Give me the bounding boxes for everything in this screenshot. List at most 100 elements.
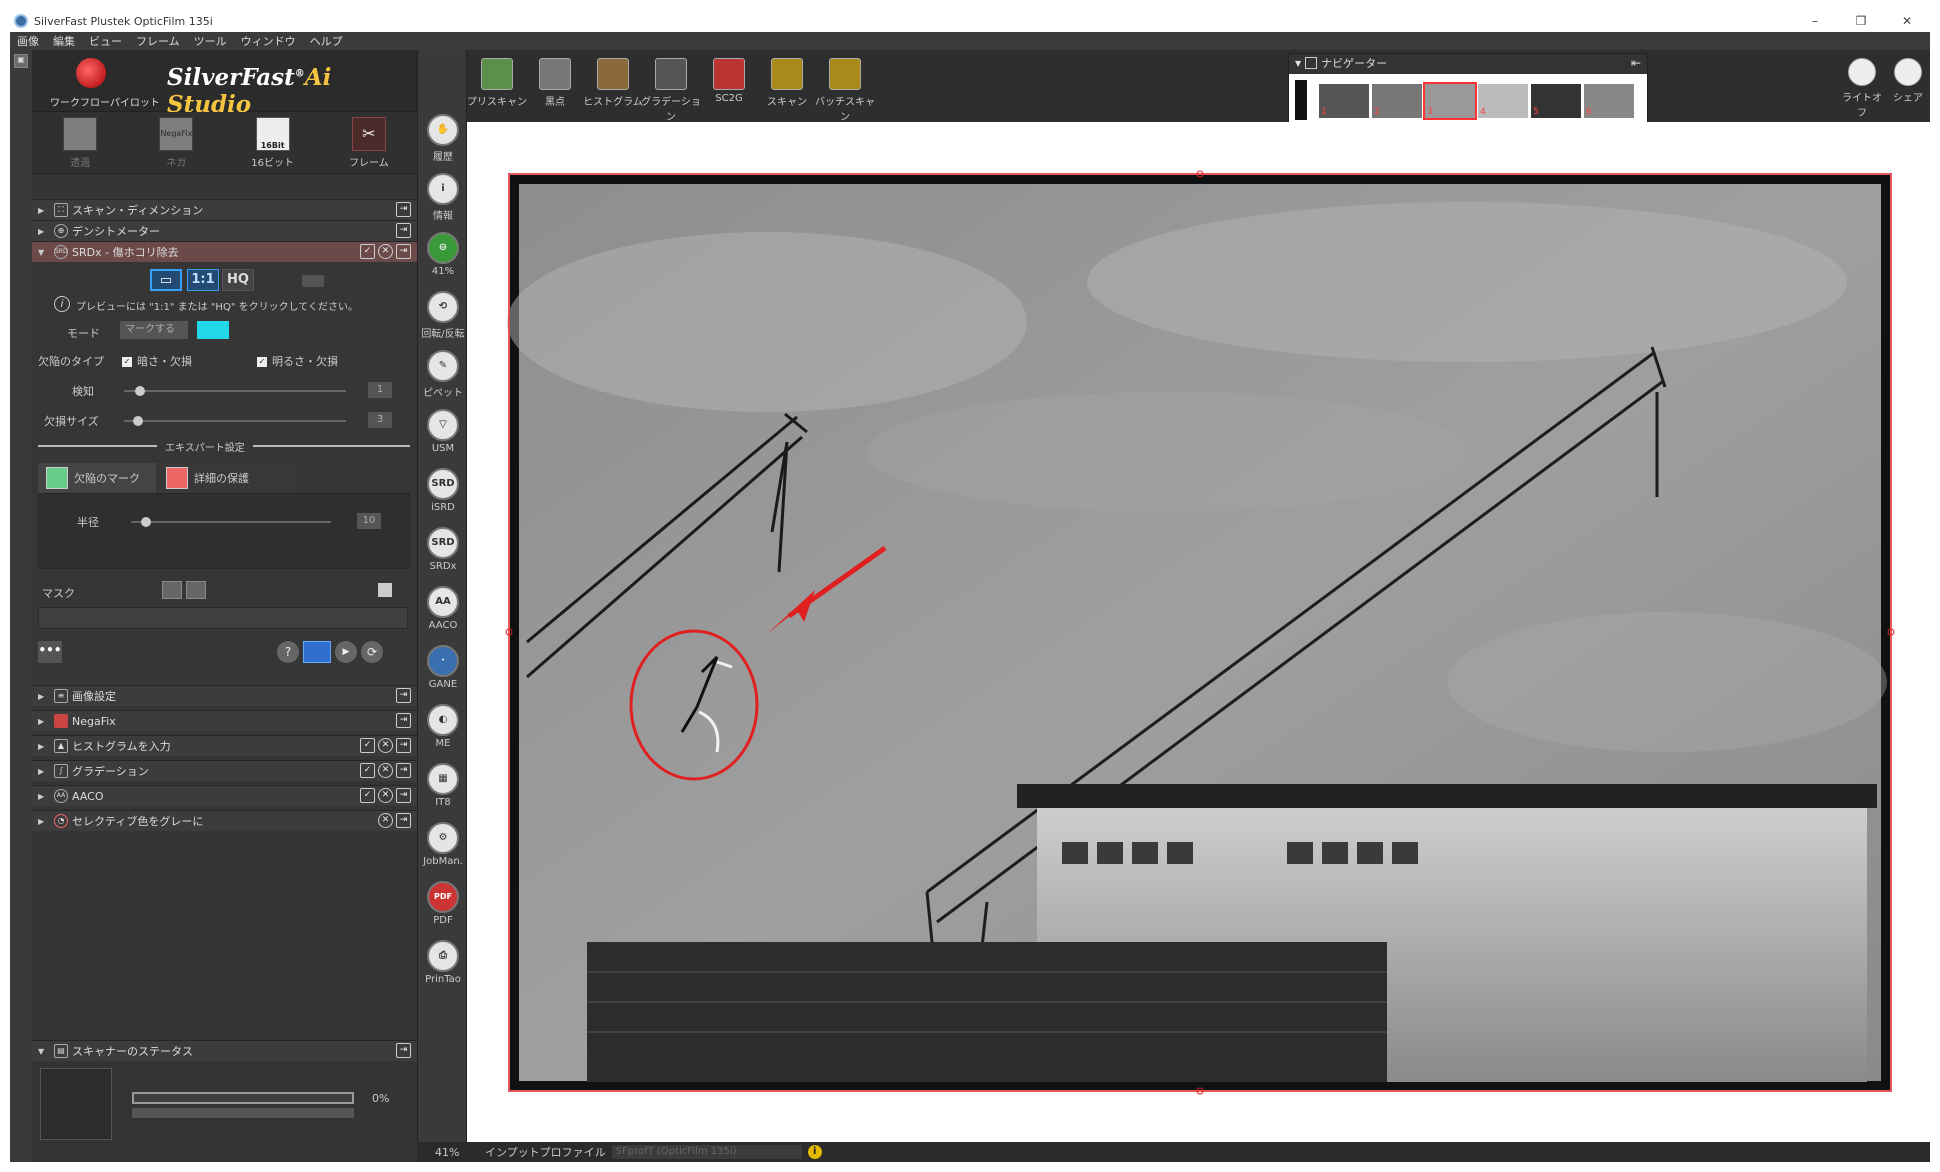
reset-icon[interactable]: ✕ — [378, 738, 393, 753]
section-aaco[interactable]: ▶ AA AACO ✓ ✕ ⇥ — [32, 785, 417, 806]
mask-field[interactable] — [38, 607, 408, 629]
navigator-thumb[interactable]: 3 — [1423, 81, 1477, 120]
export-icon[interactable]: ⇥ — [396, 223, 411, 238]
defect-dark-checkbox[interactable]: ✓ 暗さ・欠損 — [122, 353, 192, 369]
mode-negative-button[interactable]: NegaFix ネガ — [136, 116, 216, 169]
menu-edit[interactable]: 編集 — [46, 33, 82, 49]
mode-select[interactable]: マークする — [120, 321, 188, 339]
export-icon[interactable]: ⇥ — [396, 1043, 411, 1058]
export-icon[interactable]: ⇥ — [396, 738, 411, 753]
navigator-thumb[interactable]: 4 — [1478, 83, 1528, 118]
tool-0[interactable]: ✋ 履歴 — [418, 114, 468, 163]
mask-brush-icon[interactable] — [162, 581, 182, 599]
size-value[interactable]: 3 — [368, 412, 392, 428]
play-icon[interactable]: ▶ — [335, 641, 357, 663]
reset-icon[interactable]: ✕ — [378, 813, 393, 828]
tool-9[interactable]: · GANE — [418, 645, 468, 690]
tab-defect-mark[interactable]: 欠陥のマーク — [38, 463, 156, 493]
tool-8[interactable]: AA AACO — [418, 586, 468, 631]
defect-bright-checkbox[interactable]: ✓ 明るさ・欠損 — [257, 353, 338, 369]
menu-frame[interactable]: フレーム — [129, 33, 187, 49]
export-icon[interactable]: ⇥ — [396, 713, 411, 728]
tool-2[interactable]: ⊖ 41% — [418, 232, 468, 277]
expert-settings-toggle[interactable]: エキスパート設定 — [157, 439, 253, 454]
toolbar-button-3[interactable]: グラデーション — [641, 58, 701, 123]
export-icon[interactable]: ⇥ — [396, 202, 411, 217]
preview-image[interactable] — [467, 122, 1930, 1142]
toolbar-button-2[interactable]: ヒストグラム — [583, 58, 643, 108]
export-icon[interactable]: ⇥ — [396, 763, 411, 778]
export-icon[interactable]: ⇥ — [396, 813, 411, 828]
section-image-settings[interactable]: ▶ ≡ 画像設定 ⇥ — [32, 685, 417, 706]
export-icon[interactable]: ⇥ — [396, 244, 411, 259]
collapse-icon[interactable]: ▼ — [1295, 59, 1301, 68]
menu-tools[interactable]: ツール — [187, 33, 234, 49]
workflow-pilot-label[interactable]: ワークフローパイロット — [50, 94, 160, 109]
toggle-switch[interactable] — [302, 275, 324, 287]
tool-10[interactable]: ◐ ME — [418, 704, 468, 749]
minimize-button[interactable]: – — [1792, 10, 1838, 32]
tool-1[interactable]: i 情報 — [418, 173, 468, 222]
section-selective-gray[interactable]: ▶ ◔ セレクティブ色をグレーに ✕ ⇥ — [32, 810, 417, 831]
radius-knob[interactable] — [141, 517, 151, 527]
checkbox-icon[interactable]: ✓ — [360, 788, 375, 803]
more-options-button[interactable]: ••• — [38, 641, 62, 663]
navigator-thumb[interactable]: 5 — [1531, 83, 1581, 118]
tool-5[interactable]: ▽ USM — [418, 409, 468, 454]
reset-icon[interactable]: ✕ — [378, 763, 393, 778]
tool-6[interactable]: SRD iSRD — [418, 468, 468, 513]
toolbar-button-4[interactable]: SC2G — [699, 58, 759, 104]
section-histogram[interactable]: ▶ ▲ ヒストグラムを入力 ✓ ✕ ⇥ — [32, 735, 417, 756]
expand-icon[interactable]: ▶ — [38, 227, 50, 236]
mask-delete-icon[interactable] — [378, 583, 392, 597]
mode-16bit-button[interactable]: 16Bit 16ビット — [233, 116, 313, 169]
toolbar-button-5[interactable]: スキャン — [757, 58, 817, 108]
input-profile-field[interactable]: SFprofT (OpticFilm 135i) — [611, 1145, 802, 1159]
toolbar-button-6[interactable]: バッチスキャン — [815, 58, 875, 123]
collapse-icon[interactable]: ▼ — [38, 1047, 50, 1056]
workflow-pilot-icon[interactable] — [76, 58, 106, 88]
export-icon[interactable]: ⇥ — [396, 788, 411, 803]
menu-help[interactable]: ヘルプ — [303, 33, 350, 49]
close-button[interactable]: ✕ — [1884, 10, 1930, 32]
menu-view[interactable]: ビュー — [82, 33, 129, 49]
detect-knob[interactable] — [135, 386, 146, 396]
checkbox-icon[interactable]: ✓ — [360, 763, 375, 778]
checkbox-icon[interactable]: ✓ — [360, 738, 375, 753]
tool-4[interactable]: ✎ ピペット — [418, 350, 468, 399]
expand-icon[interactable]: ▶ — [38, 206, 50, 215]
size-knob[interactable] — [132, 416, 143, 426]
navigator-thumb[interactable]: 1 — [1319, 83, 1369, 118]
menu-window[interactable]: ウィンドウ — [234, 33, 303, 49]
right-tool-0[interactable]: ライトオフ — [1840, 58, 1884, 119]
expand-icon[interactable]: ▶ — [38, 767, 50, 776]
section-scan-dimension[interactable]: ▶ ⛶ スキャン・ディメンション ⇥ — [32, 199, 417, 220]
reset-icon[interactable]: ✕ — [378, 788, 393, 803]
expand-icon[interactable]: ▶ — [38, 817, 50, 826]
mark-color-swatch[interactable] — [197, 321, 229, 339]
expand-icon[interactable]: ▶ — [38, 792, 50, 801]
toolbar-button-1[interactable]: 黒点 — [525, 58, 585, 108]
expand-icon[interactable]: ▶ — [38, 742, 50, 751]
view-full-button[interactable]: ▭ — [150, 269, 182, 291]
radius-slider[interactable] — [131, 517, 331, 527]
menu-image[interactable]: 画像 — [10, 33, 46, 49]
view-1to1-button[interactable]: 1:1 — [187, 269, 219, 291]
navigator-thumb[interactable]: 6 — [1584, 83, 1634, 118]
section-negafix[interactable]: ▶ NegaFix ⇥ — [32, 710, 417, 731]
tool-13[interactable]: PDF PDF — [418, 881, 468, 926]
section-srdx[interactable]: ▼ SRD SRDx - 傷ホコリ除去 ✓ ✕ ⇥ — [32, 241, 417, 262]
radius-value[interactable]: 10 — [357, 513, 381, 529]
section-densitometer[interactable]: ▶ ⊕ デンシトメーター ⇥ — [32, 220, 417, 241]
expand-icon[interactable]: ▶ — [38, 692, 50, 701]
mask-pin-icon[interactable] — [186, 581, 206, 599]
navigator-exit-icon[interactable]: ⇤ — [1631, 56, 1641, 70]
section-scanner-status[interactable]: ▼ ▤ スキャナーのステータス ⇥ — [32, 1040, 417, 1061]
panel-toggle-icon[interactable]: ▣ — [14, 54, 28, 68]
mode-frame-button[interactable]: ✂ フレーム — [329, 116, 409, 169]
tool-11[interactable]: ▦ IT8 — [418, 763, 468, 808]
profile-info-icon[interactable]: i — [807, 1145, 822, 1159]
checkbox-icon[interactable]: ✓ — [360, 244, 375, 259]
help-icon[interactable]: ? — [277, 641, 299, 663]
mode-transparent-button[interactable]: 透過 — [40, 116, 120, 169]
